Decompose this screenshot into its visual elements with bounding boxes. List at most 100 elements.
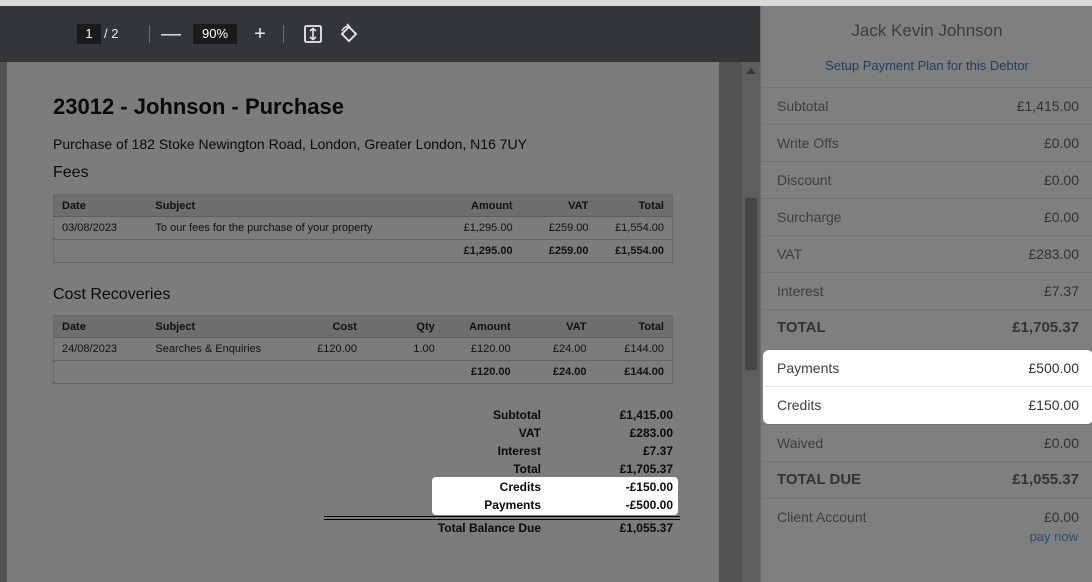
table-cell: To our fees for the purchase of your pro… [147,216,437,240]
fit-page-icon[interactable] [301,22,325,46]
row-value: £0.00 [1043,435,1079,451]
summary-label: Total [513,462,541,476]
row-label: Discount [777,172,832,188]
table-cell: £1,554.00 [596,216,673,240]
table-cell: £259.00 [520,216,597,240]
row-label: Client Account [777,509,867,525]
table-cell: £144.00 [594,337,673,361]
column-header: VAT [520,194,597,217]
row-value: £0.00 [1043,209,1079,225]
table-cell [364,360,443,384]
rotate-icon[interactable] [337,22,361,46]
page-number-input[interactable]: 1 [77,24,101,44]
summary-label: Interest [497,444,541,458]
table-row: 24/08/2023 Searches & Enquiries £120.00 … [53,337,673,361]
row-value: £0.00 [1043,172,1079,188]
summary-value: -£150.00 [625,480,673,494]
row-value: £1,705.37 [1012,319,1079,336]
summary-row-surcharge: Surcharge £0.00 [761,198,1092,235]
vertical-scrollbar[interactable] [742,62,760,582]
summary-value: £1,705.37 [619,462,673,476]
row-value: £500.00 [1028,360,1079,376]
summary-value: £283.00 [629,426,673,440]
summary-row-credits: Credits £150.00 [761,387,1092,424]
summary-row-subtotal: Subtotal £1,415.00 [761,87,1092,124]
document-subtitle: Purchase of 182 Stoke Newington Road, Lo… [53,136,527,152]
column-header: Qty [364,315,443,338]
summary-row-interest: Interest £7.37 [761,272,1092,309]
row-value: £1,415.00 [1016,98,1079,114]
table-cell: £1,554.00 [596,239,673,263]
summary-value: -£500.00 [625,498,673,512]
column-header: VAT [518,315,595,338]
table-row: 03/08/2023 To our fees for the purchase … [53,216,673,240]
column-header: Total [596,194,673,217]
row-label: Surcharge [777,209,842,225]
table-cell: £259.00 [520,239,597,263]
pay-now-link[interactable]: pay now [1030,529,1078,544]
row-label: Credits [777,397,822,413]
row-label: Payments [777,360,840,376]
summary-label: Payments [484,498,541,512]
table-cell [287,360,365,384]
row-value: £0.00 [1043,135,1079,151]
table-cell: £144.00 [594,360,673,384]
row-value: £1,055.37 [1012,471,1079,488]
table-cell [147,239,437,263]
highlight-payments-credits: Payments £500.00 Credits £150.00 [763,350,1092,424]
pdf-page: 23012 - Johnson - Purchase Purchase of 1… [7,62,719,582]
table-cell: £1,295.00 [436,239,521,263]
table-cell [53,239,148,263]
summary-row-discount: Discount £0.00 [761,161,1092,198]
table-cell: 1.00 [364,337,443,361]
debtor-sidebar: Jack Kevin Johnson Setup Payment Plan fo… [760,6,1092,582]
fees-heading: Fees [53,164,89,181]
scrollbar-thumb[interactable] [745,198,757,370]
table-cell: £24.00 [518,337,595,361]
zoom-level-input[interactable]: 90% [193,24,237,44]
document-title: 23012 - Johnson - Purchase [53,94,344,119]
cost-recoveries-table: Date Subject Cost Qty Amount VAT Total 2… [53,315,673,384]
table-cell: 24/08/2023 [53,337,148,361]
table-cell: £120.00 [287,337,365,361]
pdf-toolbar: 1 / 2 — 90% + [0,6,760,62]
column-header: Amount [436,194,521,217]
page-count: / 2 [104,26,119,41]
fees-table: Date Subject Amount VAT Total 03/08/2023… [53,194,673,263]
table-header-row: Date Subject Cost Qty Amount VAT Total [53,315,673,338]
cost-recoveries-heading: Cost Recoveries [53,286,171,303]
row-label: Subtotal [777,98,829,114]
pdf-viewer: 1 / 2 — 90% + 23012 - Johnson - Purchase… [0,6,760,582]
column-header: Date [53,315,148,338]
table-cell: Searches & Enquiries [147,337,288,361]
summary-value: £7.37 [642,444,673,458]
balance-due-label: Total Balance Due [437,521,541,535]
scroll-up-icon[interactable] [746,68,756,74]
row-value: £283.00 [1028,246,1079,262]
row-value: £150.00 [1028,397,1079,413]
zoom-in-button[interactable]: + [247,20,273,48]
table-totals-row: £120.00 £24.00 £144.00 [53,360,673,384]
table-cell: £120.00 [442,360,519,384]
summary-label: Credits [499,480,541,494]
toolbar-divider [283,25,284,43]
column-header: Cost [287,315,365,338]
debtor-name: Jack Kevin Johnson [851,21,1003,40]
row-label: Write Offs [777,135,839,151]
summary-value: £1,415.00 [619,408,673,422]
row-label: TOTAL [777,319,826,336]
zoom-out-button[interactable]: — [158,20,184,48]
table-cell: £1,295.00 [436,216,521,240]
setup-payment-plan-link[interactable]: Setup Payment Plan for this Debtor [761,58,1092,73]
row-label: VAT [777,246,803,262]
summary-row-vat: VAT £283.00 [761,235,1092,272]
table-cell [53,360,148,384]
summary-label: Subtotal [493,408,541,422]
double-rule [324,516,680,520]
balance-due-value: £1,055.37 [619,521,673,535]
table-header-row: Date Subject Amount VAT Total [53,194,673,217]
column-header: Total [594,315,673,338]
column-header: Amount [442,315,519,338]
table-cell [147,360,288,384]
column-header: Subject [147,315,288,338]
